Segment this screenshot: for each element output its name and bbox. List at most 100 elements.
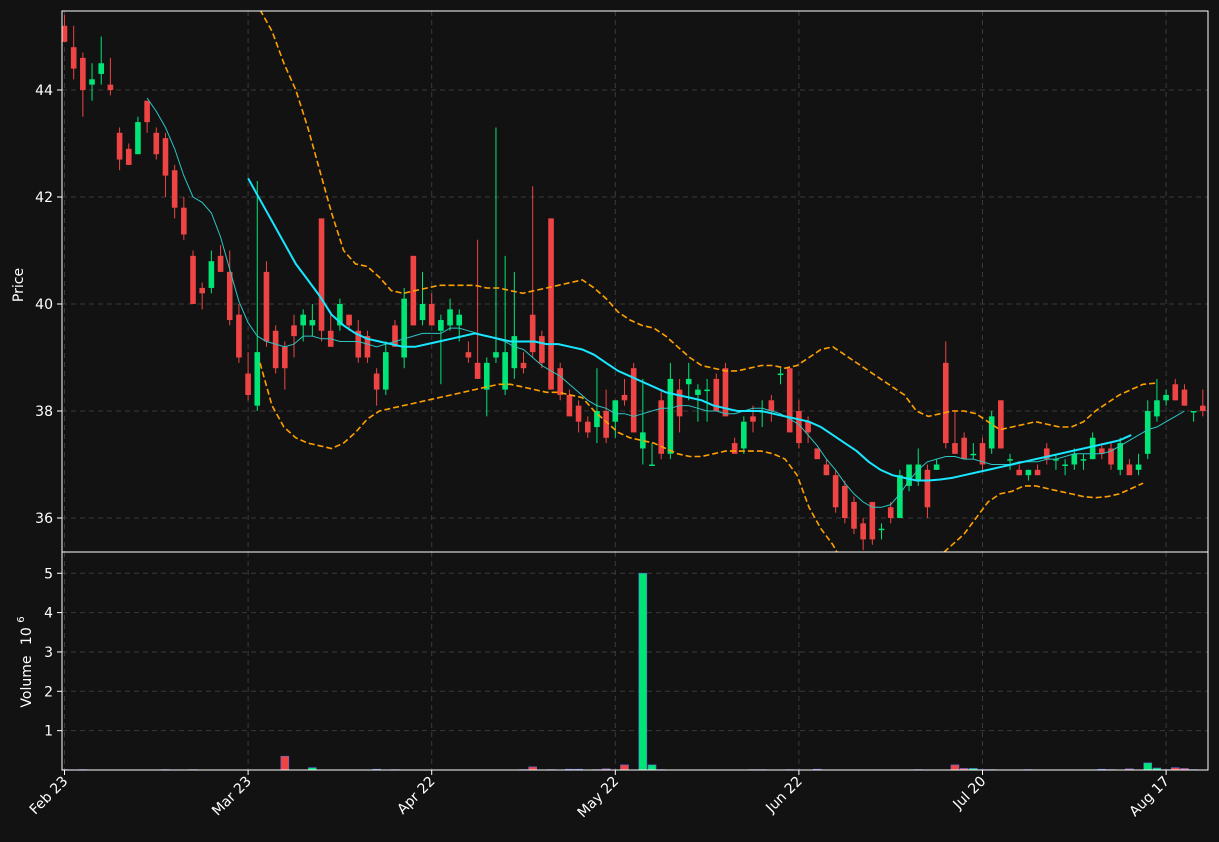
candle-body (548, 218, 554, 390)
candle-body (125, 148, 132, 165)
candle-body (428, 304, 435, 326)
candle-body (667, 378, 674, 454)
price-axis-title: Price (11, 268, 27, 302)
candle-body (373, 373, 380, 390)
candle-body (190, 255, 196, 304)
candle-body (70, 47, 77, 69)
candle-body (612, 400, 619, 422)
candle-body (823, 464, 830, 476)
candle-body (447, 309, 453, 326)
candle-body (621, 394, 628, 401)
candle-body (217, 255, 224, 272)
candle-body (676, 389, 683, 417)
candle-body (731, 443, 738, 454)
candle-body (1007, 459, 1013, 461)
candle-body (419, 304, 426, 321)
candle-body (1080, 459, 1087, 461)
volume-scale-exponent: 6 (16, 616, 27, 622)
candle-body (62, 25, 68, 42)
candle-body (282, 346, 288, 369)
candle-body (1034, 469, 1041, 476)
volume-scale-base: 10 (19, 627, 35, 645)
candle-body (842, 485, 848, 518)
price-tick-label: 44 (35, 83, 53, 99)
volume-tick-label: 3 (44, 645, 53, 661)
candle-body (529, 314, 536, 353)
candle-body (878, 528, 885, 531)
candle-body (942, 362, 949, 444)
candle-body (181, 207, 187, 235)
volume-axis-title: Volume 10 6 (16, 616, 35, 707)
candle-body (539, 336, 545, 363)
candle-body (685, 378, 692, 385)
volume-tick-label: 1 (44, 724, 53, 740)
candle-body (474, 362, 481, 379)
candle-body (933, 464, 940, 470)
volume-bar (950, 764, 960, 770)
svg-text:Volume 10 6: Volume 10 6 (16, 616, 35, 707)
candle-body (438, 320, 444, 331)
candle-body (401, 298, 407, 358)
chart-root: 36 38 40 42 44 1 2 3 4 5 Feb 23 Mar 23 Apr 22 May 22 J… (0, 0, 1219, 842)
candle-body (998, 400, 1004, 449)
candle-body (272, 330, 279, 369)
candle-body (952, 443, 958, 454)
candle-body (777, 373, 784, 376)
candle-body (832, 475, 839, 508)
price-tick-label: 38 (35, 404, 53, 420)
candle-body (1172, 384, 1179, 401)
candle-body (1062, 464, 1068, 466)
volume-tick-label: 5 (44, 566, 53, 582)
candle-body (860, 523, 866, 540)
candle-body (135, 122, 141, 155)
candle-body (988, 416, 995, 449)
candle-body (493, 352, 499, 358)
candle-body (346, 314, 352, 326)
candle-body (1025, 469, 1032, 476)
candle-body (465, 352, 472, 358)
price-tick-label: 42 (35, 190, 53, 206)
volume-bar (638, 572, 648, 770)
candle-body (263, 271, 270, 342)
candle-body (153, 132, 160, 155)
candle-body (704, 389, 710, 392)
candle-body (226, 271, 233, 321)
candlestick-chart: 363840424412345Feb 23 Mar 23 Apr 22 May 22 J… (0, 0, 1219, 842)
candle-body (851, 501, 857, 529)
candle-body (1016, 469, 1023, 476)
candle-body (594, 411, 600, 428)
candle-body (1154, 400, 1160, 417)
candle-body (236, 314, 242, 358)
volume-bar (280, 755, 290, 770)
candle-body (1135, 464, 1142, 470)
candle-body (309, 320, 316, 326)
price-tick-label: 36 (35, 511, 53, 527)
candle-body (80, 57, 86, 90)
candle-body (1089, 437, 1096, 460)
candle-body (1163, 394, 1169, 401)
volume-tick-label: 2 (44, 684, 53, 700)
candle-body (768, 400, 775, 411)
candle-body (649, 464, 655, 466)
candle-body (970, 453, 977, 456)
candle-body (695, 389, 701, 395)
candle-body (171, 170, 178, 208)
volume-bar (1143, 762, 1153, 770)
candle-body (300, 314, 306, 326)
volume-bar (620, 764, 629, 770)
candle-body (786, 368, 793, 433)
candle-body (805, 421, 811, 433)
candle-body (318, 218, 325, 331)
candle-body (254, 352, 261, 406)
price-tick-label: 40 (35, 297, 53, 313)
candle-body (1200, 405, 1206, 411)
candle-body (162, 138, 169, 176)
candle-body (520, 362, 527, 369)
candle-body (814, 448, 821, 460)
candle-body (199, 287, 205, 294)
candle-body (557, 368, 564, 395)
volume-tick-label: 4 (44, 606, 53, 622)
candle-body (924, 469, 931, 508)
candle-body (98, 63, 105, 74)
candle-body (961, 437, 967, 460)
